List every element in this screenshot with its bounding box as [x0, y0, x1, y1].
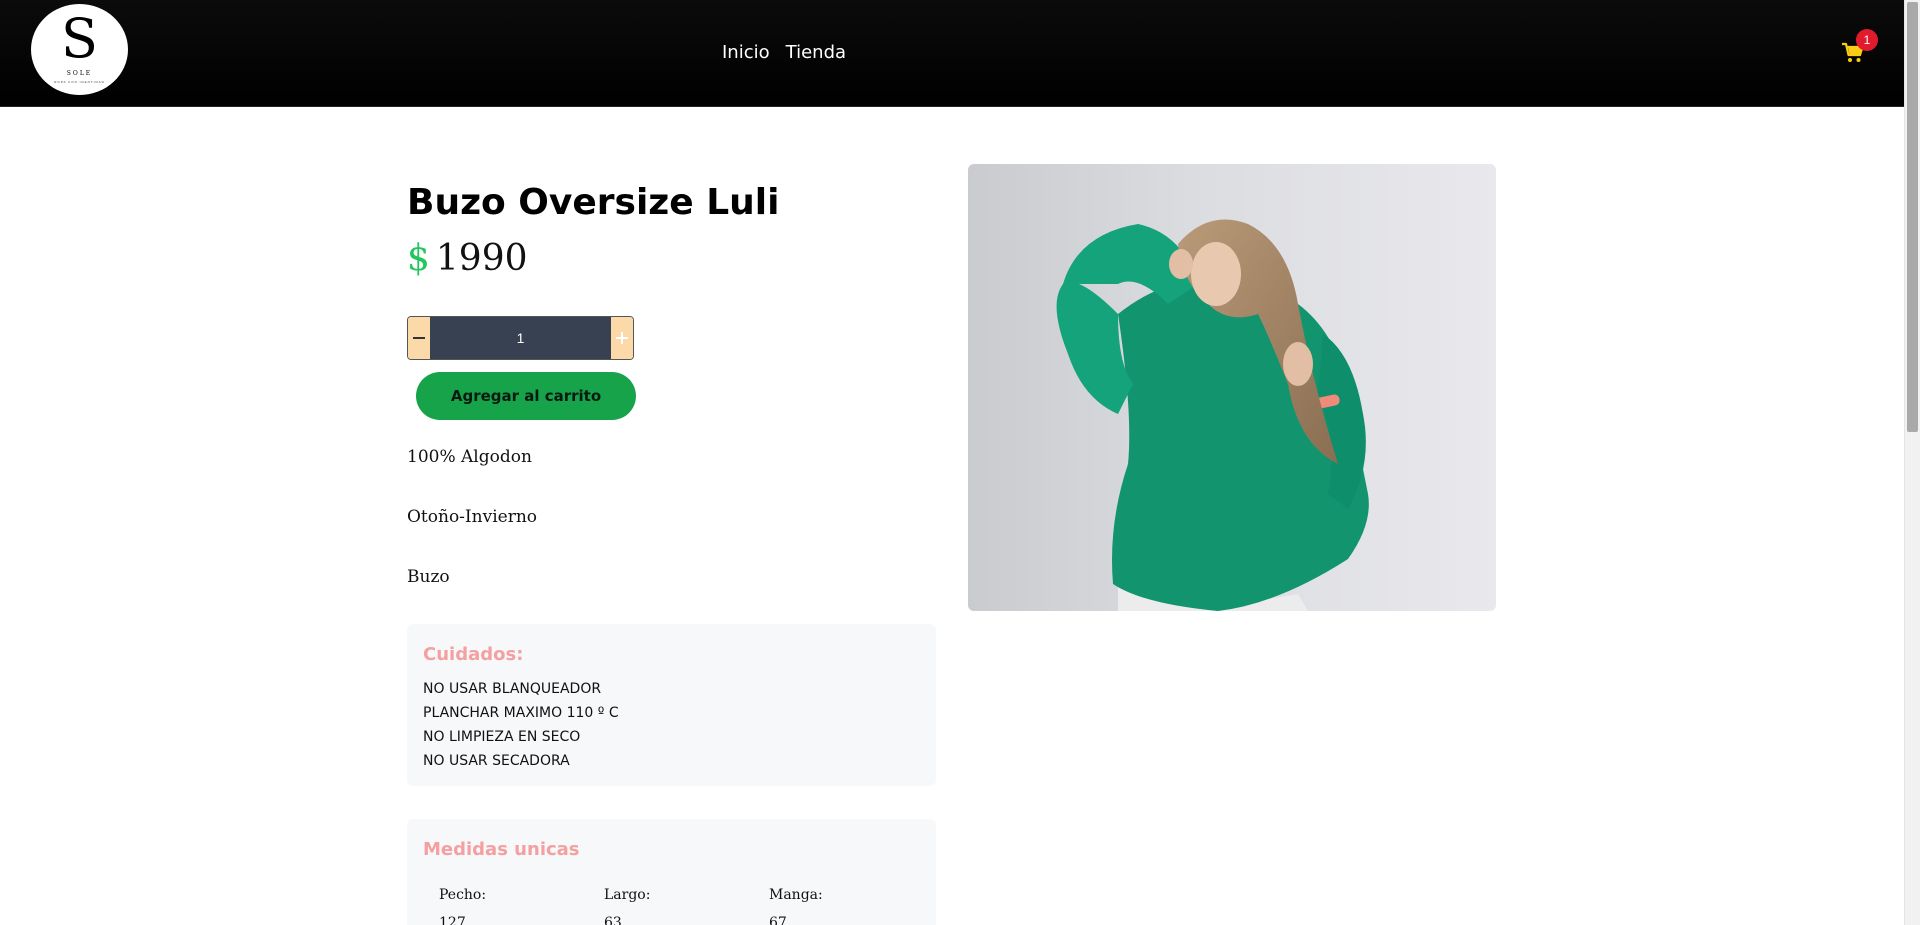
measure-label: Manga: [769, 887, 823, 903]
nav-link-inicio[interactable]: Inicio [722, 42, 770, 63]
description-line-type: Buzo [407, 567, 450, 587]
measure-sleeve: Manga: 67 [769, 887, 934, 925]
nav-link-tienda[interactable]: Tienda [786, 42, 846, 63]
measures-card: Medidas unicas Pecho: 127 Largo: 63 Mang… [407, 819, 936, 925]
quantity-stepper [407, 316, 634, 360]
cart-count-badge: 1 [1856, 29, 1878, 51]
page-scrollbar[interactable] [1904, 0, 1920, 925]
plus-icon [616, 332, 628, 344]
care-item: NO USAR SECADORA [423, 753, 570, 769]
add-to-cart-button[interactable]: Agregar al carrito [416, 372, 636, 420]
model-wearing-sweater-illustration [1056, 219, 1369, 611]
measures-title: Medidas unicas [423, 839, 580, 860]
scrollbar-thumb[interactable] [1907, 2, 1918, 432]
measure-chest: Pecho: 127 [439, 887, 604, 925]
care-title: Cuidados: [423, 644, 524, 665]
care-item: NO USAR BLANQUEADOR [423, 681, 602, 697]
care-instructions-card: Cuidados: NO USAR BLANQUEADOR PLANCHAR M… [407, 624, 936, 786]
care-list: NO USAR BLANQUEADOR PLANCHAR MAXIMO 110 … [423, 677, 619, 773]
care-item: NO LIMPIEZA EN SECO [423, 729, 581, 745]
price-currency: $ [407, 238, 430, 279]
price-amount: 1990 [435, 238, 528, 279]
care-item: PLANCHAR MAXIMO 110 º C [423, 705, 619, 721]
decrease-quantity-button[interactable] [408, 317, 430, 359]
measure-value: 63 [604, 915, 622, 925]
logo-tagline: ROPA CON IDENTIDAD [54, 80, 105, 84]
quantity-input[interactable] [430, 317, 611, 359]
product-title: Buzo Oversize Luli [407, 182, 780, 223]
measure-value: 67 [769, 915, 787, 925]
minus-icon [413, 337, 425, 339]
product-price: $1990 [407, 238, 528, 279]
measure-label: Pecho: [439, 887, 487, 903]
logo-name: SOLE [66, 70, 93, 77]
measure-length: Largo: 63 [604, 887, 769, 925]
brand-logo[interactable]: S SOLE ROPA CON IDENTIDAD [31, 4, 128, 95]
description-line-season: Otoño-Invierno [407, 507, 538, 527]
measure-value: 127 [439, 915, 466, 925]
increase-quantity-button[interactable] [611, 317, 633, 359]
measure-label: Largo: [604, 887, 651, 903]
product-image [968, 164, 1496, 611]
logo-letter: S [61, 7, 98, 70]
description-line-material: 100% Algodon [407, 447, 532, 467]
measures-grid: Pecho: 127 Largo: 63 Manga: 67 [439, 887, 934, 925]
main-nav: Inicio Tienda [722, 42, 846, 63]
top-navbar: S SOLE ROPA CON IDENTIDAD Inicio Tienda [0, 0, 1904, 107]
